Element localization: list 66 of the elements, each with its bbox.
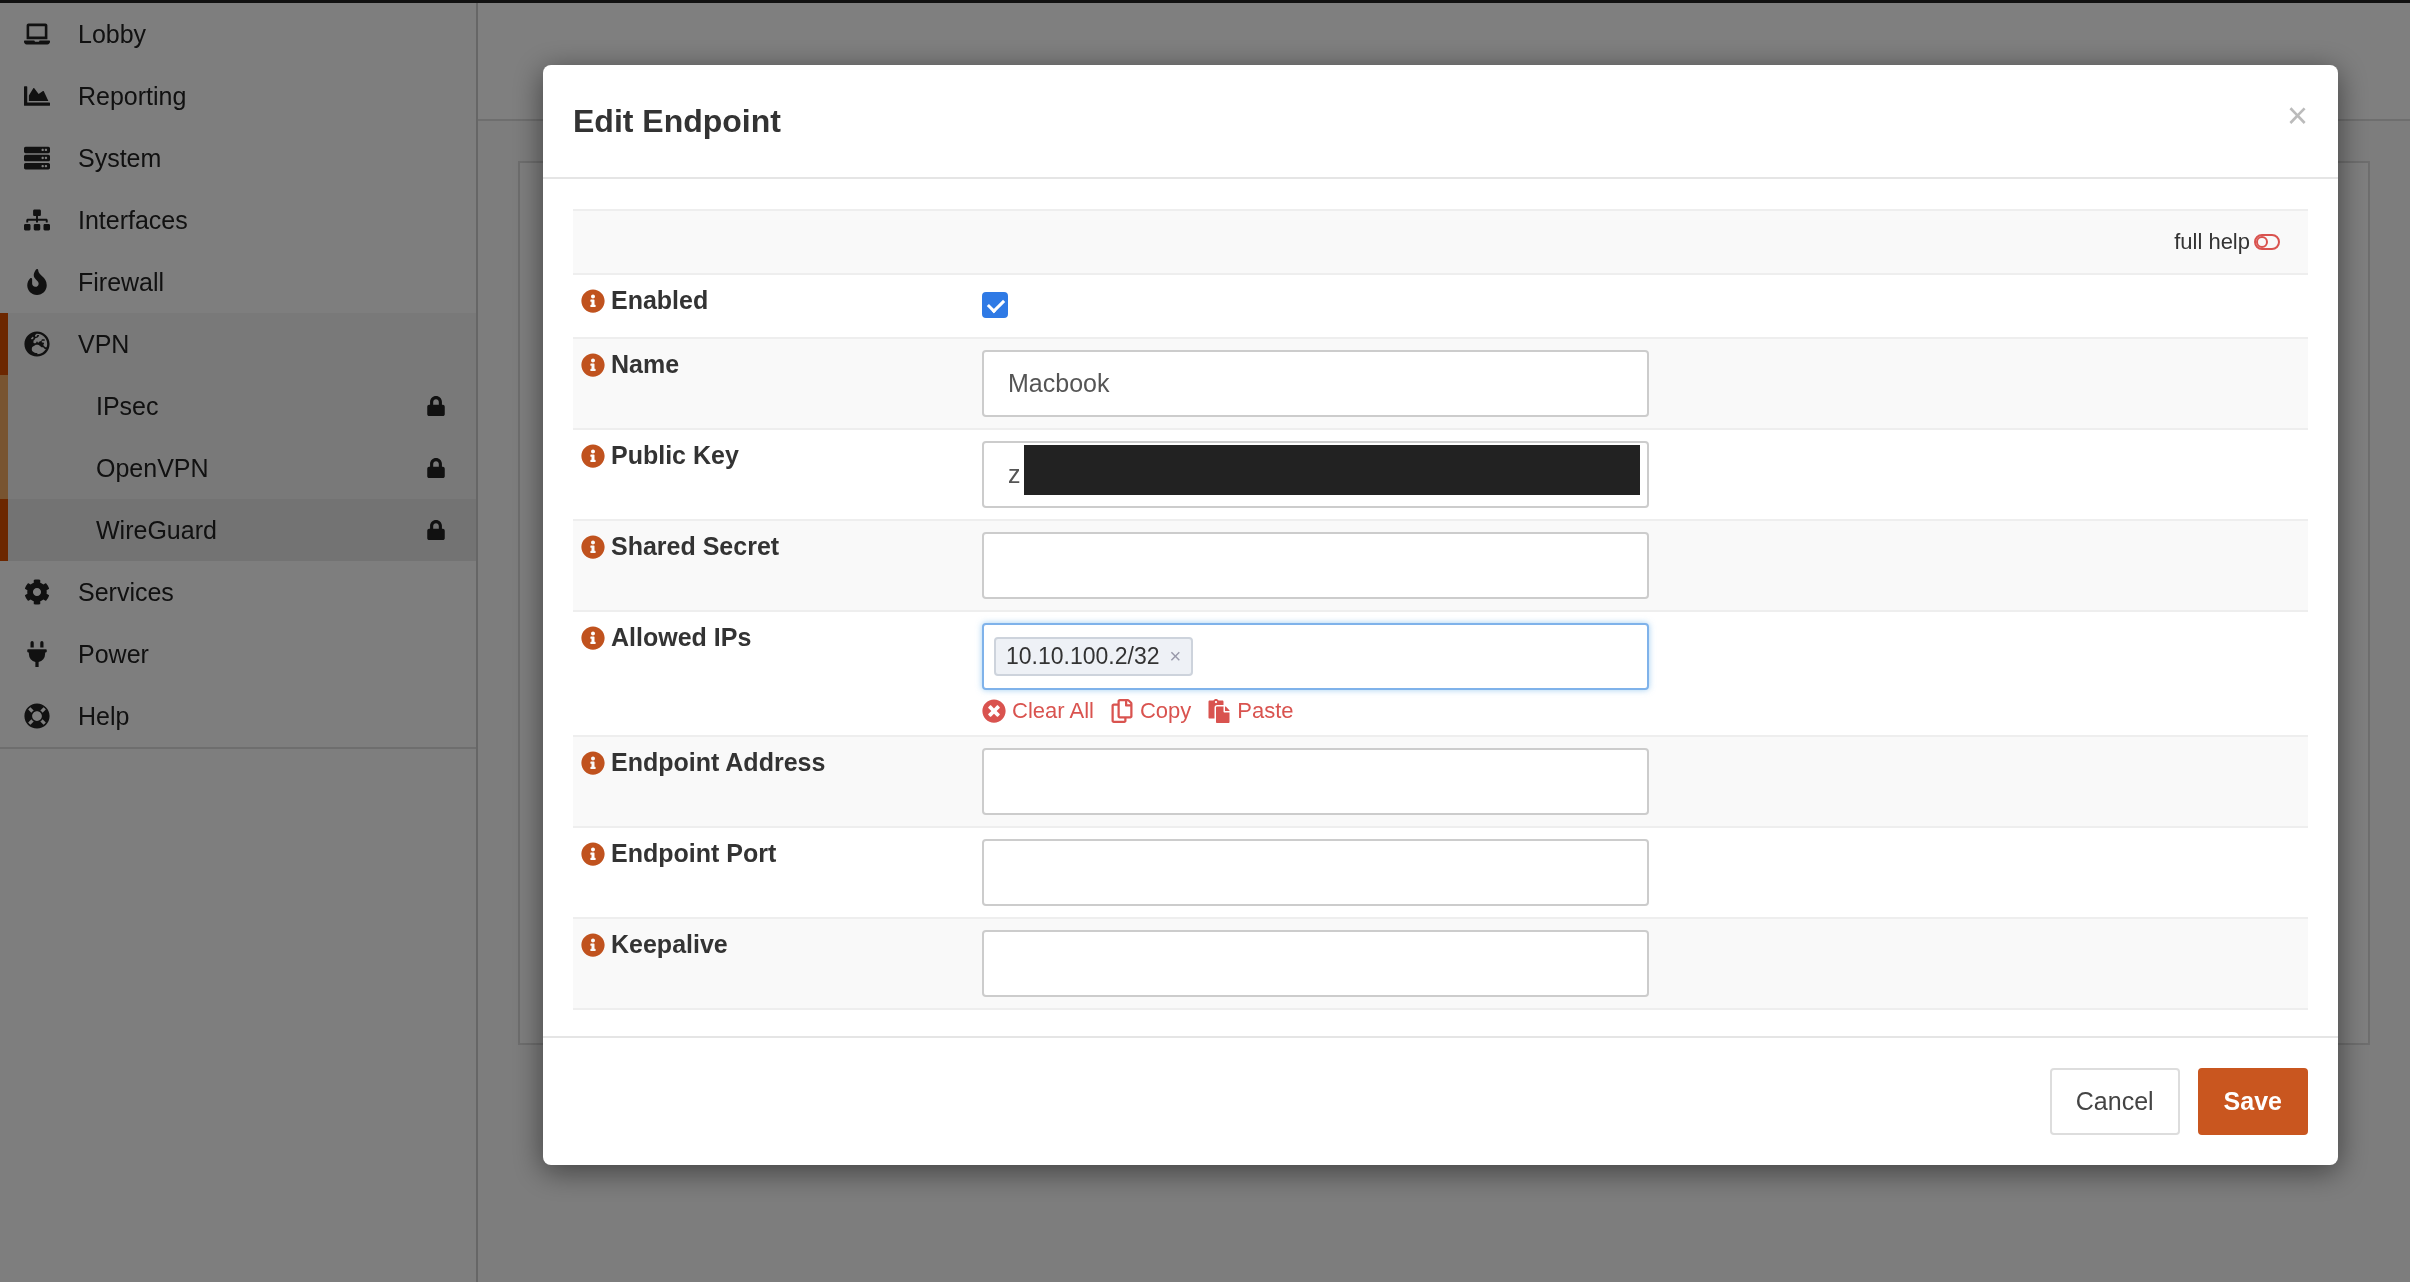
text-field[interactable] (982, 532, 1649, 599)
lock-icon (426, 458, 446, 478)
field-label: Endpoint Port (611, 839, 777, 868)
field-value: z (1008, 460, 1021, 489)
copy-icon (1109, 699, 1134, 723)
text-field[interactable] (982, 748, 1649, 815)
info-icon[interactable] (581, 751, 605, 775)
dialog-title: Edit Endpoint (573, 102, 782, 140)
info-icon[interactable] (581, 842, 605, 866)
nav-label: Firewall (78, 267, 166, 297)
nav-label: Lobby (78, 19, 148, 49)
cancel-button[interactable]: Cancel (2049, 1068, 2180, 1135)
info-icon[interactable] (581, 353, 605, 377)
text-field[interactable] (982, 839, 1649, 906)
checkbox[interactable] (982, 292, 1008, 318)
text-field[interactable] (982, 930, 1649, 997)
nav-item[interactable]: Power (0, 623, 476, 685)
info-icon[interactable] (581, 626, 605, 650)
nav-label: Help (78, 701, 131, 731)
nav-label: OpenVPN (96, 453, 210, 483)
text-field[interactable]: z (982, 441, 1649, 508)
text-field[interactable]: Macbook (982, 350, 1649, 417)
action-link[interactable]: Clear All (982, 698, 1094, 724)
nav-label: System (78, 143, 163, 173)
action-link[interactable]: Copy (1109, 698, 1192, 724)
nav-item[interactable]: VPN (0, 313, 476, 375)
nav-subitem[interactable]: OpenVPN (0, 437, 476, 499)
save-button[interactable]: Save (2197, 1068, 2308, 1135)
nav-label: Interfaces (78, 205, 189, 235)
nav-label: IPsec (96, 391, 160, 421)
field-label: Endpoint Address (611, 748, 826, 777)
nav-item[interactable]: Lobby (0, 3, 476, 65)
field-label: Keepalive (611, 930, 728, 959)
lock-icon (426, 520, 446, 540)
nav-item[interactable]: System (0, 127, 476, 189)
action-link[interactable]: Paste (1207, 698, 1294, 724)
field-value: Macbook (1008, 369, 1110, 398)
help-label: full help (2174, 229, 2250, 255)
field-label: Public Key (611, 441, 739, 470)
clear-icon (982, 699, 1006, 723)
nav-item[interactable]: Help (0, 685, 476, 747)
nav-item[interactable]: Reporting (0, 65, 476, 127)
info-icon[interactable] (581, 535, 605, 559)
toggle-icon[interactable] (2254, 233, 2280, 251)
field-label: Shared Secret (611, 532, 780, 561)
tags-field[interactable]: 10.10.100.2/32 × (982, 623, 1649, 690)
nav-label: Reporting (78, 81, 188, 111)
clipboard-icon (1207, 699, 1232, 723)
info-icon[interactable] (581, 933, 605, 957)
field-label: Allowed IPs (611, 623, 752, 652)
nav-item[interactable]: Firewall (0, 251, 476, 313)
nav-label: Services (78, 577, 175, 607)
field-label: Enabled (611, 286, 709, 315)
info-icon[interactable] (581, 444, 605, 468)
field-label: Name (611, 350, 680, 379)
nav-label: VPN (78, 329, 131, 359)
tag-remove[interactable]: × (1169, 645, 1182, 668)
nav-subitem[interactable]: IPsec (0, 375, 476, 437)
nav-label: Power (78, 639, 150, 669)
nav-item[interactable]: Services (0, 561, 476, 623)
nav-item[interactable]: Interfaces (0, 189, 476, 251)
info-icon[interactable] (581, 289, 605, 313)
lock-icon (426, 396, 446, 416)
nav-subitem[interactable]: WireGuard (0, 499, 476, 561)
tag-text: 10.10.100.2/32 (1006, 643, 1160, 670)
nav-label: WireGuard (96, 515, 218, 545)
